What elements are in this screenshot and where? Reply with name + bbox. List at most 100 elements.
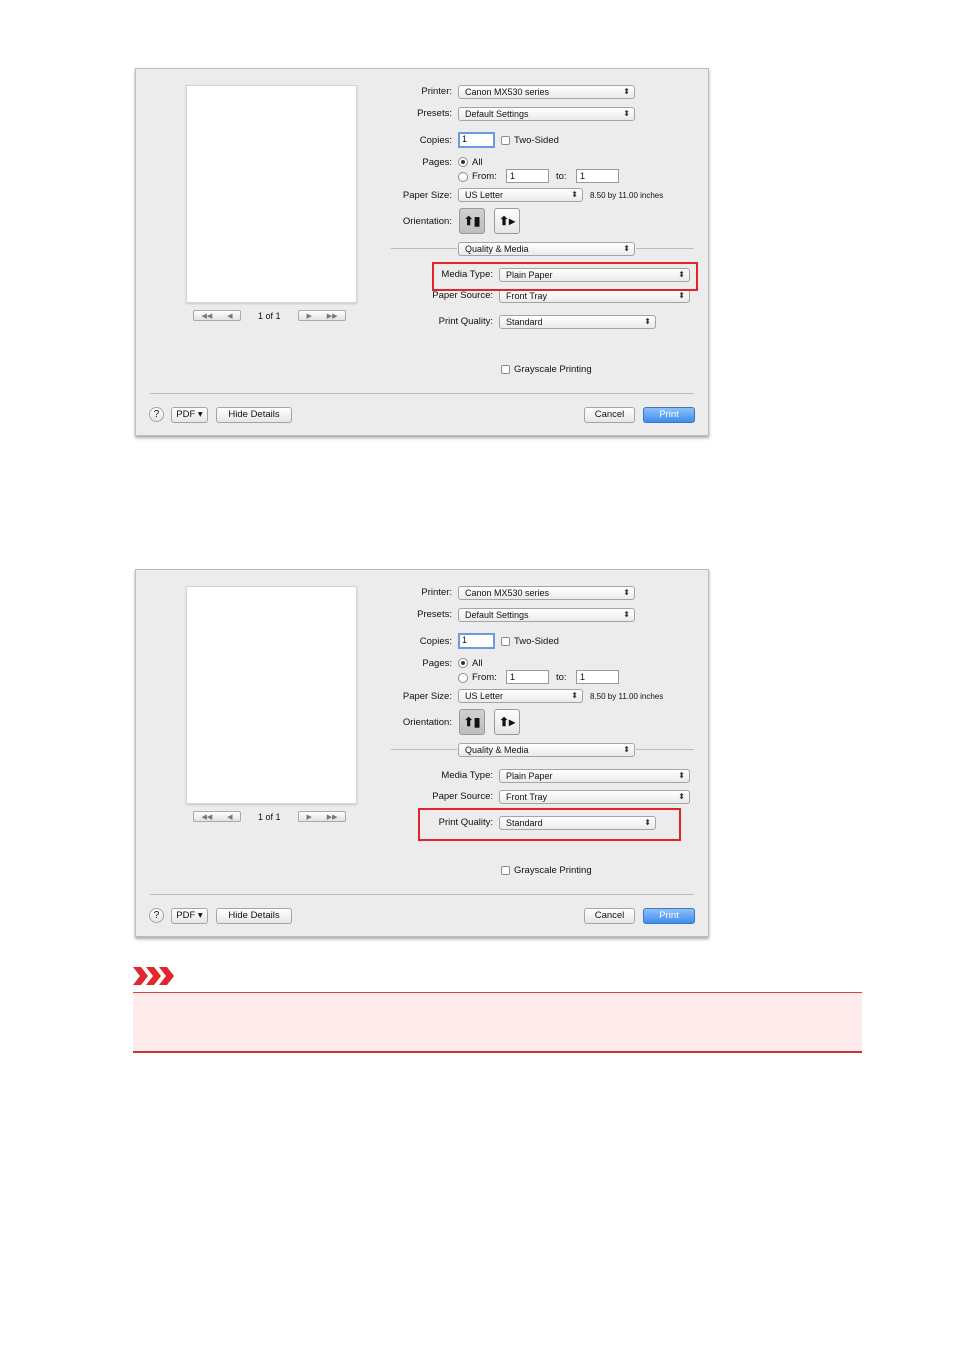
media-type-highlight — [432, 262, 698, 291]
next-page-icon[interactable]: ▶ — [306, 813, 311, 821]
section-divider-left — [391, 749, 457, 750]
first-prev-page-buttons[interactable]: ◀◀ ◀ — [193, 310, 241, 321]
pages-all-label: All — [472, 658, 483, 669]
paper-dimensions: 8.50 by 11.00 inches — [590, 692, 664, 701]
printer-value: Canon MX530 series — [465, 588, 550, 598]
page-count: 1 of 1 — [258, 311, 281, 321]
two-sided-checkbox[interactable] — [501, 637, 510, 646]
first-page-icon[interactable]: ◀◀ — [201, 813, 212, 821]
cancel-button[interactable]: Cancel — [584, 407, 635, 423]
pages-to-label: to: — [556, 171, 567, 182]
footer-divider — [150, 393, 694, 394]
portrait-orientation-button[interactable]: ⬆▮ — [459, 709, 485, 735]
copies-field[interactable]: 1 — [458, 132, 495, 148]
popup-arrows-icon: ⬍ — [623, 745, 630, 754]
two-sided-label: Two-Sided — [514, 636, 559, 647]
section-popup[interactable]: Quality & Media ⬍ — [458, 743, 635, 757]
pages-all-label: All — [472, 157, 483, 168]
pages-all-radio[interactable] — [458, 658, 468, 668]
first-page-icon[interactable]: ◀◀ — [201, 312, 212, 320]
last-page-icon[interactable]: ▶▶ — [327, 813, 338, 821]
copies-field[interactable]: 1 — [458, 633, 495, 649]
pages-from-field[interactable]: 1 — [506, 169, 549, 183]
prev-page-icon[interactable]: ◀ — [227, 813, 232, 821]
pages-from-radio[interactable] — [458, 673, 468, 683]
printer-value: Canon MX530 series — [465, 87, 550, 97]
pages-to-field[interactable]: 1 — [576, 670, 619, 684]
media-type-value: Plain Paper — [506, 771, 553, 781]
landscape-icon: ⬆▸ — [498, 214, 516, 228]
paper-source-label: Paper Source: — [432, 290, 493, 301]
grayscale-label: Grayscale Printing — [514, 865, 592, 876]
presets-value: Default Settings — [465, 610, 529, 620]
print-quality-popup[interactable]: Standard ⬍ — [499, 315, 656, 329]
next-last-page-buttons[interactable]: ▶ ▶▶ — [298, 310, 346, 321]
landscape-orientation-button[interactable]: ⬆▸ — [494, 208, 520, 234]
popup-arrows-icon: ⬍ — [571, 691, 578, 700]
pages-from-field[interactable]: 1 — [506, 670, 549, 684]
popup-arrows-icon: ⬍ — [623, 109, 630, 118]
portrait-orientation-button[interactable]: ⬆▮ — [459, 208, 485, 234]
important-note-box — [133, 992, 862, 1053]
section-divider-right — [636, 248, 694, 249]
popup-arrows-icon: ⬍ — [623, 244, 630, 253]
orientation-label: Orientation: — [402, 717, 452, 728]
orientation-label: Orientation: — [402, 216, 452, 227]
media-type-label: Media Type: — [441, 770, 493, 781]
next-last-page-buttons[interactable]: ▶ ▶▶ — [298, 811, 346, 822]
two-sided-checkbox[interactable] — [501, 136, 510, 145]
page-preview — [186, 85, 357, 303]
printer-popup[interactable]: Canon MX530 series ⬍ — [458, 586, 635, 600]
printer-label: Printer: — [421, 86, 452, 97]
hide-details-button[interactable]: Hide Details — [216, 407, 292, 423]
presets-popup[interactable]: Default Settings ⬍ — [458, 107, 635, 121]
pages-label: Pages: — [422, 658, 452, 669]
last-page-icon[interactable]: ▶▶ — [327, 312, 338, 320]
popup-arrows-icon: ⬍ — [678, 792, 685, 801]
paper-size-popup[interactable]: US Letter ⬍ — [458, 188, 583, 202]
hide-details-button[interactable]: Hide Details — [216, 908, 292, 924]
pages-label: Pages: — [422, 157, 452, 168]
pages-from-radio[interactable] — [458, 172, 468, 182]
paper-size-popup[interactable]: US Letter ⬍ — [458, 689, 583, 703]
prev-page-icon[interactable]: ◀ — [227, 312, 232, 320]
paper-size-value: US Letter — [465, 691, 504, 701]
landscape-orientation-button[interactable]: ⬆▸ — [494, 709, 520, 735]
help-button[interactable]: ? — [149, 407, 164, 422]
paper-size-label: Paper Size: — [402, 190, 452, 201]
first-prev-page-buttons[interactable]: ◀◀ ◀ — [193, 811, 241, 822]
grayscale-checkbox[interactable] — [501, 866, 510, 875]
pages-to-field[interactable]: 1 — [576, 169, 619, 183]
popup-arrows-icon: ⬍ — [644, 317, 651, 326]
presets-popup[interactable]: Default Settings ⬍ — [458, 608, 635, 622]
popup-arrows-icon: ⬍ — [623, 87, 630, 96]
pdf-button[interactable]: PDF ▾ — [171, 407, 208, 423]
pdf-button[interactable]: PDF ▾ — [171, 908, 208, 924]
paper-source-label: Paper Source: — [432, 791, 493, 802]
paper-source-value: Front Tray — [506, 291, 548, 301]
paper-source-popup[interactable]: Front Tray ⬍ — [499, 790, 690, 804]
cancel-button[interactable]: Cancel — [584, 908, 635, 924]
section-divider-right — [636, 749, 694, 750]
print-quality-label: Print Quality: — [438, 316, 493, 327]
portrait-icon: ⬆▮ — [463, 214, 481, 228]
copies-label: Copies: — [419, 636, 452, 647]
printer-popup[interactable]: Canon MX530 series ⬍ — [458, 85, 635, 99]
popup-arrows-icon: ⬍ — [623, 610, 630, 619]
popup-arrows-icon: ⬍ — [678, 291, 685, 300]
section-popup[interactable]: Quality & Media ⬍ — [458, 242, 635, 256]
media-type-popup[interactable]: Plain Paper ⬍ — [499, 769, 690, 783]
help-button[interactable]: ? — [149, 908, 164, 923]
grayscale-checkbox[interactable] — [501, 365, 510, 374]
print-button[interactable]: Print — [643, 908, 695, 924]
paper-source-popup[interactable]: Front Tray ⬍ — [499, 289, 690, 303]
pages-all-radio[interactable] — [458, 157, 468, 167]
pages-to-label: to: — [556, 672, 567, 683]
next-page-icon[interactable]: ▶ — [306, 312, 311, 320]
print-button[interactable]: Print — [643, 407, 695, 423]
pages-from-label: From: — [472, 672, 497, 683]
printer-label: Printer: — [421, 587, 452, 598]
popup-arrows-icon: ⬍ — [678, 771, 685, 780]
print-quality-value: Standard — [506, 317, 543, 327]
two-sided-label: Two-Sided — [514, 135, 559, 146]
